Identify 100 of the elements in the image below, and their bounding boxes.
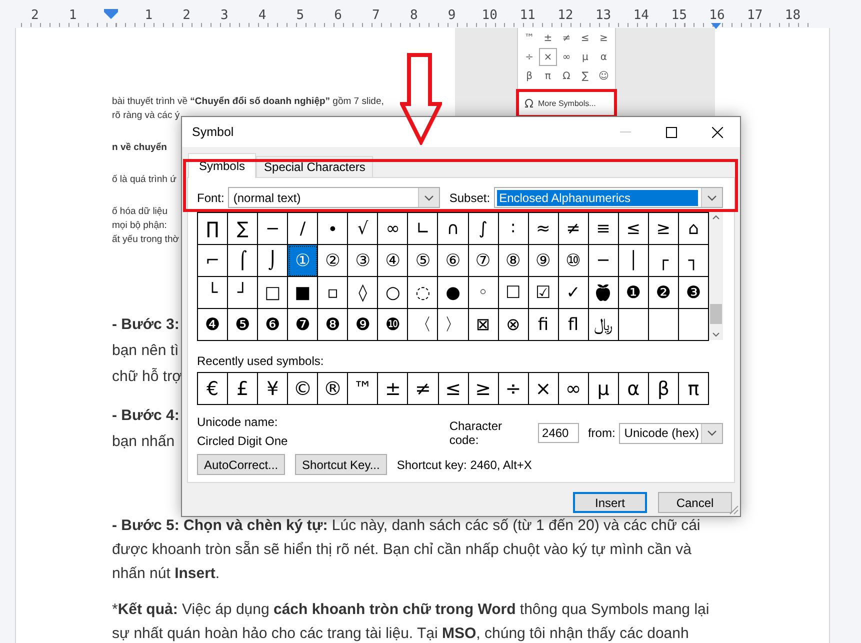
symbol-cell[interactable]: ┌ (648, 245, 679, 277)
symbol-cell[interactable]: ∞ (378, 213, 408, 245)
symbol-cell[interactable]: ∫ (468, 213, 499, 245)
symbol-cell[interactable]: ☑ (528, 277, 559, 309)
symbol-option[interactable]: Ω (557, 67, 576, 85)
symbol-option[interactable]: ∑ (576, 67, 594, 85)
subset-label: Subset: (449, 190, 490, 204)
symbol-option[interactable]: µ (576, 48, 594, 66)
shortcut-key-text: Shortcut key: 2460, Alt+X (396, 458, 532, 472)
scrollbar[interactable] (709, 212, 723, 340)
symbol-cell[interactable]: ❶ (618, 277, 649, 309)
scrollbar-thumb[interactable] (710, 304, 722, 324)
symbol-cell[interactable]: √ (348, 213, 378, 245)
symbol-cell[interactable]: ⑨ (528, 245, 559, 277)
slide-text: n về chuyển (112, 141, 167, 155)
recent-symbol[interactable]: π (679, 373, 708, 404)
symbol-cell[interactable]: ∏ (198, 213, 228, 245)
symbol-cell[interactable]: ▫ (318, 277, 348, 309)
more-symbols-link[interactable]: More Symbols... (538, 98, 596, 108)
symbol-cell[interactable]: 〉 (438, 309, 469, 341)
symbol-option[interactable]: ± (538, 29, 558, 47)
symbol-option[interactable]: ≠ (557, 29, 576, 47)
symbol-option[interactable]: × (538, 48, 558, 66)
empty-cell (648, 309, 679, 341)
symbol-option[interactable]: β (520, 67, 539, 85)
symbol-cell[interactable]: └ (198, 277, 228, 309)
symbol-cell[interactable]: ❿ (378, 309, 408, 341)
character-code-label: Character code: (449, 419, 504, 447)
symbol-cell[interactable]: ∟ (408, 213, 438, 245)
subset-dropdown[interactable]: Enclosed Alphanumerics (494, 187, 723, 208)
symbol-cell[interactable]: ⑧ (498, 245, 529, 277)
symbol-option[interactable]: ☺ (594, 67, 613, 85)
symbol-cell[interactable]: ⊠ (468, 309, 499, 341)
chevron-up-icon (712, 215, 720, 220)
dialog-button[interactable]: Shortcut Key... (295, 454, 387, 475)
symbol-cell[interactable]: ⊗ (498, 309, 529, 341)
symbol-cell[interactable]: ③ (348, 245, 378, 277)
symbol-cell[interactable]: ❻ (258, 309, 288, 341)
symbol-cell[interactable]: ≈ (528, 213, 559, 245)
symbol-option[interactable]: π (538, 67, 558, 85)
symbol-option[interactable]: ∞ (557, 48, 576, 66)
slide-text: ố là quá trình ứ (112, 173, 176, 187)
symbol-cell[interactable]: ﬁ (528, 309, 559, 341)
symbol-option[interactable]: α (594, 48, 614, 66)
symbol-cell[interactable]: ⑩ (558, 245, 589, 277)
symbol-cell[interactable]: ﬂ (558, 309, 589, 341)
symbol-cell[interactable]: ≡ (588, 213, 619, 245)
symbol-option[interactable]: ÷ (520, 48, 539, 66)
symbol-option[interactable]: ™ (520, 29, 539, 47)
font-dropdown[interactable]: (normal text) (228, 187, 440, 208)
symbol-cell[interactable]: ∶ (498, 213, 529, 245)
character-code-field[interactable]: 2460 (538, 423, 579, 443)
symbol-cell[interactable]: ┘ (228, 277, 258, 309)
symbol-option[interactable]: ≥ (594, 29, 613, 47)
symbol-cell[interactable]: ① (288, 245, 318, 277)
symbol-cell[interactable]: ≥ (648, 213, 679, 245)
symbol-cell[interactable] (588, 277, 619, 309)
dialog-button[interactable]: AutoCorrect... (197, 454, 286, 475)
symbol-cell[interactable]: ❺ (228, 309, 258, 341)
symbol-cell[interactable]: ◊ (348, 277, 378, 309)
from-dropdown[interactable]: Unicode (hex) (619, 422, 723, 444)
symbol-cell[interactable]: ❾ (348, 309, 378, 341)
symbol-cell[interactable]: ④ (378, 245, 408, 277)
symbol-cell[interactable]: ○ (378, 277, 408, 309)
from-value: Unicode (hex) (623, 425, 700, 441)
symbol-cell[interactable]: ■ (288, 277, 318, 309)
symbol-cell[interactable]: ☐ (498, 277, 529, 309)
dialog-button[interactable]: Insert (573, 492, 647, 513)
resize-grip-icon[interactable] (729, 505, 739, 515)
symbol-cell[interactable]: ∙ (318, 213, 348, 245)
symbol-cell[interactable]: ⌠ (228, 245, 258, 277)
symbol-cell[interactable]: ❷ (648, 277, 679, 309)
paragraph: - Bước 4: bạn nhấn (112, 406, 180, 452)
recent-symbols-label: Recently used symbols: (197, 354, 325, 368)
symbol-cell[interactable]: ≠ (558, 213, 589, 245)
symbol-cell[interactable]: ⌐ (198, 245, 228, 277)
symbol-cell[interactable]: ﷼ (588, 309, 619, 341)
symbol-cell[interactable]: ◌ (408, 277, 438, 309)
symbol-cell[interactable]: ⑦ (468, 245, 499, 277)
symbol-cell[interactable]: ─ (588, 245, 619, 277)
symbol-cell[interactable]: ● (438, 277, 469, 309)
symbol-cell[interactable]: 〈 (408, 309, 438, 341)
symbol-cell[interactable]: ② (318, 245, 348, 277)
symbol-cell[interactable]: ❼ (288, 309, 318, 341)
symbol-cell[interactable]: ✓ (558, 277, 589, 309)
symbol-cell[interactable]: │ (618, 245, 649, 277)
symbol-cell[interactable]: ⑤ (408, 245, 438, 277)
symbol-cell[interactable]: − (258, 213, 288, 245)
symbol-cell[interactable]: ⑥ (438, 245, 469, 277)
symbol-cell[interactable]: □ (258, 277, 288, 309)
symbol-cell[interactable]: ≤ (618, 213, 649, 245)
empty-cell (618, 309, 649, 341)
symbol-cell[interactable]: ∩ (438, 213, 469, 245)
symbol-cell[interactable]: ❹ (198, 309, 228, 341)
symbol-cell[interactable]: ❽ (318, 309, 348, 341)
symbol-cell[interactable]: ◦ (468, 277, 499, 309)
indent-marker-icon[interactable] (104, 9, 118, 20)
symbol-option[interactable]: ≤ (576, 29, 594, 47)
dialog-button[interactable]: Cancel (658, 492, 732, 513)
symbol-cell[interactable]: ∑ (228, 213, 258, 245)
